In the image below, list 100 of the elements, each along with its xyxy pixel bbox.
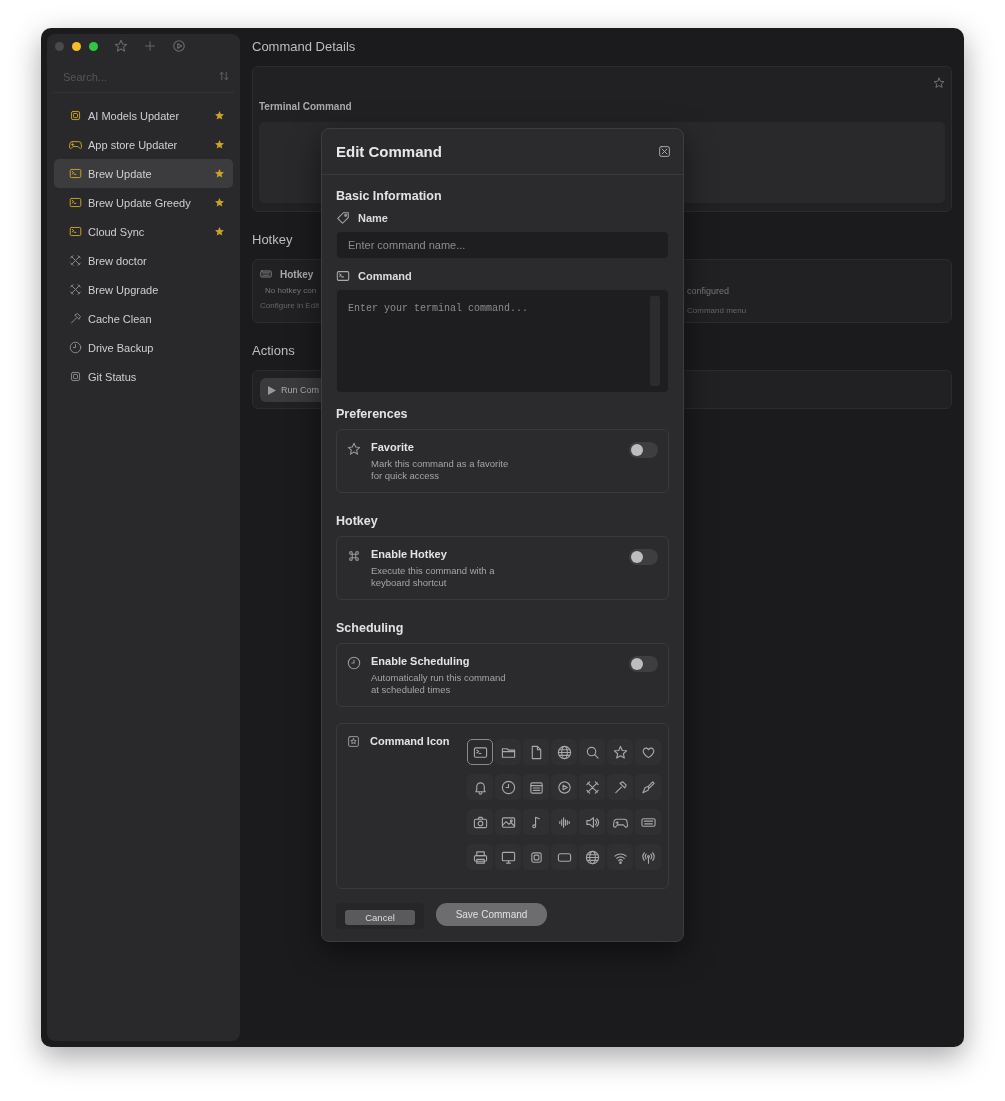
toggle-switch[interactable] <box>629 442 658 458</box>
plus-icon <box>144 40 156 52</box>
star-icon <box>612 744 628 760</box>
photo-icon <box>500 814 516 830</box>
item-label: App store Updater <box>88 138 179 151</box>
icon-option[interactable] <box>467 809 493 835</box>
icon-option[interactable] <box>495 739 521 765</box>
icon-option[interactable] <box>551 809 577 835</box>
terminal-icon <box>69 167 82 180</box>
save-button[interactable]: Save Command <box>436 903 547 926</box>
toggle-switch[interactable] <box>629 656 658 672</box>
field-label: Name <box>358 212 388 224</box>
speaker-icon <box>584 814 600 830</box>
calendar-icon <box>528 779 544 795</box>
camera-icon <box>472 814 488 830</box>
icon-option[interactable] <box>635 739 661 765</box>
option-title: Enable Hotkey <box>371 548 448 560</box>
sidebar-item[interactable]: Brew Upgrade <box>54 275 233 304</box>
item-label: Cloud Sync <box>88 225 146 238</box>
icon-option[interactable] <box>467 774 493 800</box>
item-label: Brew doctor <box>88 254 148 267</box>
monitor-icon <box>500 849 516 865</box>
cancel-button[interactable]: Cancel <box>345 910 415 925</box>
star-icon <box>933 77 945 89</box>
sidebar-item[interactable]: Git Status <box>54 362 233 391</box>
sidebar-item[interactable]: Cache Clean <box>54 304 233 333</box>
icon-option[interactable] <box>635 809 661 835</box>
icon-option[interactable] <box>607 774 633 800</box>
field-label: Command <box>358 270 412 282</box>
sidebar-item[interactable]: Drive Backup <box>54 333 233 362</box>
section-heading: Hotkey <box>252 232 293 247</box>
sidebar-item[interactable]: Brew Update Greedy <box>54 188 233 217</box>
icon-option[interactable] <box>467 844 493 870</box>
item-label: Brew Upgrade <box>88 283 160 296</box>
globe-icon <box>556 744 572 760</box>
terminal-icon <box>472 744 488 760</box>
icon-option[interactable] <box>551 739 577 765</box>
brush-icon <box>640 779 656 795</box>
schedule-status: configured <box>687 286 731 296</box>
option-description: Execute this command with a keyboard shortcut <box>371 565 496 589</box>
sidebar-item[interactable]: AI Models Updater <box>54 101 233 130</box>
gamepad-icon <box>69 138 82 151</box>
hammer-icon <box>69 312 82 325</box>
clock-icon <box>69 341 82 354</box>
sidebar-item[interactable]: App store Updater <box>54 130 233 159</box>
option-description: Mark this command as a favorite for quick access <box>371 458 510 482</box>
item-label: Drive Backup <box>88 341 155 354</box>
icon-option[interactable] <box>551 844 577 870</box>
icon-option[interactable] <box>523 774 549 800</box>
close-button[interactable] <box>658 145 671 158</box>
sidebar-item[interactable]: Cloud Sync <box>54 217 233 246</box>
sidebar-item[interactable]: Brew Update <box>54 159 233 188</box>
star-icon <box>347 442 361 456</box>
toggle-switch[interactable] <box>629 549 658 565</box>
star-square-icon <box>347 735 360 748</box>
icon-option[interactable] <box>635 844 661 870</box>
icon-option[interactable] <box>495 774 521 800</box>
hotkey-status: No hotkey con <box>264 286 317 295</box>
command-field[interactable]: Enter your terminal command... <box>336 289 669 393</box>
sort-icon <box>218 70 230 82</box>
icon-option[interactable] <box>495 809 521 835</box>
section-label: Terminal Command <box>259 101 353 112</box>
item-label: Brew Update <box>88 167 153 180</box>
section-heading: Scheduling <box>336 621 405 635</box>
icon-option[interactable] <box>607 739 633 765</box>
section-heading: Basic Information <box>336 189 443 203</box>
name-field[interactable]: Enter command name... <box>336 231 669 259</box>
chip-icon <box>69 109 82 122</box>
terminal-icon <box>69 196 82 209</box>
icon-option[interactable] <box>551 774 577 800</box>
icon-option[interactable] <box>579 774 605 800</box>
icon-option[interactable] <box>523 739 549 765</box>
hammer-icon <box>612 779 628 795</box>
icon-option[interactable] <box>495 844 521 870</box>
tools-icon <box>584 779 600 795</box>
icon-option[interactable] <box>579 739 605 765</box>
sidebar-item[interactable]: Brew doctor <box>54 246 233 275</box>
icon-option[interactable] <box>523 844 549 870</box>
chip-icon <box>69 370 82 383</box>
bell-icon <box>472 779 488 795</box>
clock-icon <box>347 656 361 670</box>
picker-label: Command Icon <box>370 735 450 747</box>
tools-icon <box>69 283 82 296</box>
icon-option[interactable] <box>467 739 493 765</box>
icon-option[interactable] <box>579 844 605 870</box>
icon-option[interactable] <box>607 809 633 835</box>
icon-option[interactable] <box>635 774 661 800</box>
terminal-icon <box>69 225 82 238</box>
keyboard-icon <box>260 268 272 280</box>
terminal-icon <box>336 269 350 283</box>
icon-option[interactable] <box>579 809 605 835</box>
section-heading: Preferences <box>336 407 409 421</box>
icon-option[interactable] <box>607 844 633 870</box>
printer-icon <box>472 849 488 865</box>
zoom-button[interactable] <box>89 41 98 51</box>
icon-option[interactable] <box>523 809 549 835</box>
waveform-icon <box>556 814 572 830</box>
minimize-button[interactable] <box>72 41 81 51</box>
play-circle-icon <box>172 39 186 53</box>
close-icon <box>658 145 671 158</box>
